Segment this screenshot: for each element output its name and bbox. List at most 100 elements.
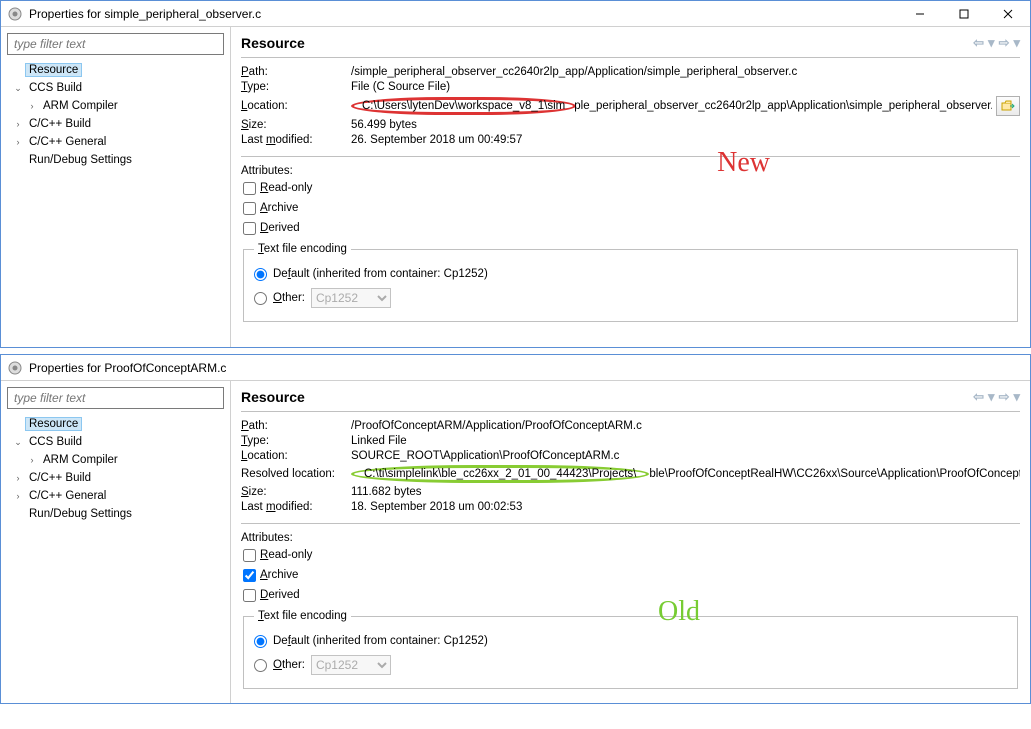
property-grid: Path:/ProofOfConceptARM/Application/Proo… — [241, 420, 1020, 513]
encoding-legend: Text file encoding — [254, 610, 351, 622]
window-title: Properties for simple_peripheral_observe… — [29, 7, 898, 21]
tree-item-label: Run/Debug Settings — [25, 154, 136, 166]
sidebar: Resource⌄CCS Build›ARM Compiler›C/C++ Bu… — [1, 381, 231, 703]
chevron-down-icon: ⌄ — [11, 83, 25, 94]
nav-forward-icon[interactable]: ⇨ — [999, 35, 1010, 51]
tree-item[interactable]: ›ARM Compiler — [7, 451, 224, 469]
encoding-other-row[interactable]: Other:Cp1252 — [254, 654, 1007, 676]
checkbox-label: Read-only — [260, 549, 312, 561]
attribute-checkbox-row[interactable]: Archive — [243, 199, 1020, 217]
encoding-group: Text file encoding Default (inherited fro… — [243, 243, 1018, 322]
nav-arrows: ⇦▾⇨▾ — [973, 389, 1020, 405]
dropdown-icon[interactable]: ▾ — [1013, 35, 1020, 51]
tree-item[interactable]: ⌄CCS Build — [7, 79, 224, 97]
tree-item[interactable]: ›C/C++ Build — [7, 469, 224, 487]
tree-item[interactable]: ›C/C++ General — [7, 133, 224, 151]
tree-item[interactable]: ›C/C++ General — [7, 487, 224, 505]
checkbox[interactable] — [243, 569, 256, 582]
tree-item[interactable]: ›C/C++ Build — [7, 115, 224, 133]
tree-item[interactable]: Run/Debug Settings — [7, 151, 224, 169]
filter-input[interactable] — [7, 387, 224, 409]
nav-forward-icon[interactable]: ⇨ — [999, 389, 1010, 405]
content-area: Resource⌄CCS Build›ARM Compiler›C/C++ Bu… — [1, 381, 1030, 703]
checkbox[interactable] — [243, 202, 256, 215]
sidebar: Resource⌄CCS Build›ARM Compiler›C/C++ Bu… — [1, 27, 231, 347]
nav-back-icon[interactable]: ⇦ — [973, 389, 984, 405]
encoding-select[interactable]: Cp1252 — [311, 288, 391, 308]
property-value: SOURCE_ROOT\Application\ProofOfConceptAR… — [351, 450, 1020, 462]
nav-back-icon[interactable]: ⇦ — [973, 35, 984, 51]
encoding-default-row[interactable]: Default (inherited from container: Cp125… — [254, 630, 1007, 652]
tree-item-label: C/C++ General — [25, 136, 110, 148]
tree-item[interactable]: Run/Debug Settings — [7, 505, 224, 523]
chevron-right-icon: › — [11, 137, 25, 147]
dropdown-icon[interactable]: ▾ — [1013, 389, 1020, 405]
close-button[interactable] — [986, 1, 1030, 26]
chevron-right-icon: › — [25, 101, 39, 111]
chevron-right-icon: › — [11, 473, 25, 483]
tree-item-label: C/C++ Build — [25, 472, 95, 484]
tree-item[interactable]: Resource — [7, 61, 224, 79]
attribute-checkbox-row[interactable]: Archive — [243, 566, 1020, 584]
tree-item-label: Run/Debug Settings — [25, 508, 136, 520]
checkbox[interactable] — [243, 182, 256, 195]
dropdown-icon[interactable]: ▾ — [988, 35, 995, 51]
tree-item[interactable]: ›ARM Compiler — [7, 97, 224, 115]
attribute-checkbox-row[interactable]: Derived — [243, 219, 1020, 237]
property-value: Linked File — [351, 435, 1020, 447]
property-value: File (C Source File) — [351, 81, 992, 93]
checkbox[interactable] — [243, 549, 256, 562]
attribute-checkbox-row[interactable]: Read-only — [243, 179, 1020, 197]
highlighted-path: C:\ti\simplelink\ble_cc26xx_2_01_00_4442… — [351, 465, 649, 483]
app-icon — [7, 360, 23, 376]
tree-item-label: C/C++ Build — [25, 118, 95, 130]
minimize-button[interactable] — [898, 1, 942, 26]
chevron-right-icon: › — [25, 455, 39, 465]
chevron-right-icon: › — [11, 491, 25, 501]
property-value: /simple_peripheral_observer_cc2640r2lp_a… — [351, 66, 992, 78]
filter-input[interactable] — [7, 33, 224, 55]
encoding-group: Text file encoding Default (inherited fro… — [243, 610, 1018, 689]
tree-item-label: CCS Build — [25, 436, 86, 448]
radio[interactable] — [254, 635, 267, 648]
tree-item[interactable]: ⌄CCS Build — [7, 433, 224, 451]
encoding-default-row[interactable]: Default (inherited from container: Cp125… — [254, 263, 1007, 285]
section-heading: Resource⇦▾⇨▾ — [241, 389, 1020, 412]
properties-window: Properties for simple_peripheral_observe… — [0, 0, 1031, 348]
property-value: C:\ti\simplelink\ble_cc26xx_2_01_00_4442… — [351, 465, 1020, 483]
checkbox[interactable] — [243, 589, 256, 602]
property-key: Location: — [241, 100, 351, 112]
tree-item-label: Resource — [25, 63, 82, 77]
property-value: 26. September 2018 um 00:49:57 — [351, 134, 992, 146]
checkbox-label: Derived — [260, 222, 300, 234]
highlighted-path: C:\Users\lytenDev\workspace_v8_1\sim — [351, 97, 576, 115]
attributes-label: Attributes: — [241, 532, 1020, 544]
property-value: C:\Users\lytenDev\workspace_v8_1\simple_… — [351, 97, 992, 115]
encoding-select[interactable]: Cp1252 — [311, 655, 391, 675]
checkbox-label: Derived — [260, 589, 300, 601]
open-location-button[interactable] — [996, 96, 1020, 116]
tree-item[interactable]: Resource — [7, 415, 224, 433]
maximize-button[interactable] — [942, 1, 986, 26]
tree-item-label: CCS Build — [25, 82, 86, 94]
property-value: 111.682 bytes — [351, 486, 1020, 498]
tree-item-label: Resource — [25, 417, 82, 431]
checkbox[interactable] — [243, 222, 256, 235]
attribute-checkbox-row[interactable]: Derived — [243, 586, 1020, 604]
property-key: Location: — [241, 450, 351, 462]
titlebar: Properties for ProofOfConceptARM.c — [1, 355, 1030, 381]
attribute-checkbox-row[interactable]: Read-only — [243, 546, 1020, 564]
property-grid: Path:/simple_peripheral_observer_cc2640r… — [241, 66, 1020, 146]
radio[interactable] — [254, 268, 267, 281]
nav-arrows: ⇦▾⇨▾ — [973, 35, 1020, 51]
radio[interactable] — [254, 659, 267, 672]
main-panel: Resource⇦▾⇨▾NewPath:/simple_peripheral_o… — [231, 27, 1030, 347]
encoding-other-row[interactable]: Other:Cp1252 — [254, 287, 1007, 309]
encoding-legend: Text file encoding — [254, 243, 351, 255]
dropdown-icon[interactable]: ▾ — [988, 389, 995, 405]
checkbox-label: Archive — [260, 202, 298, 214]
radio[interactable] — [254, 292, 267, 305]
property-key: Last modified: — [241, 134, 351, 146]
chevron-down-icon: ⌄ — [11, 437, 25, 448]
divider — [241, 523, 1020, 524]
